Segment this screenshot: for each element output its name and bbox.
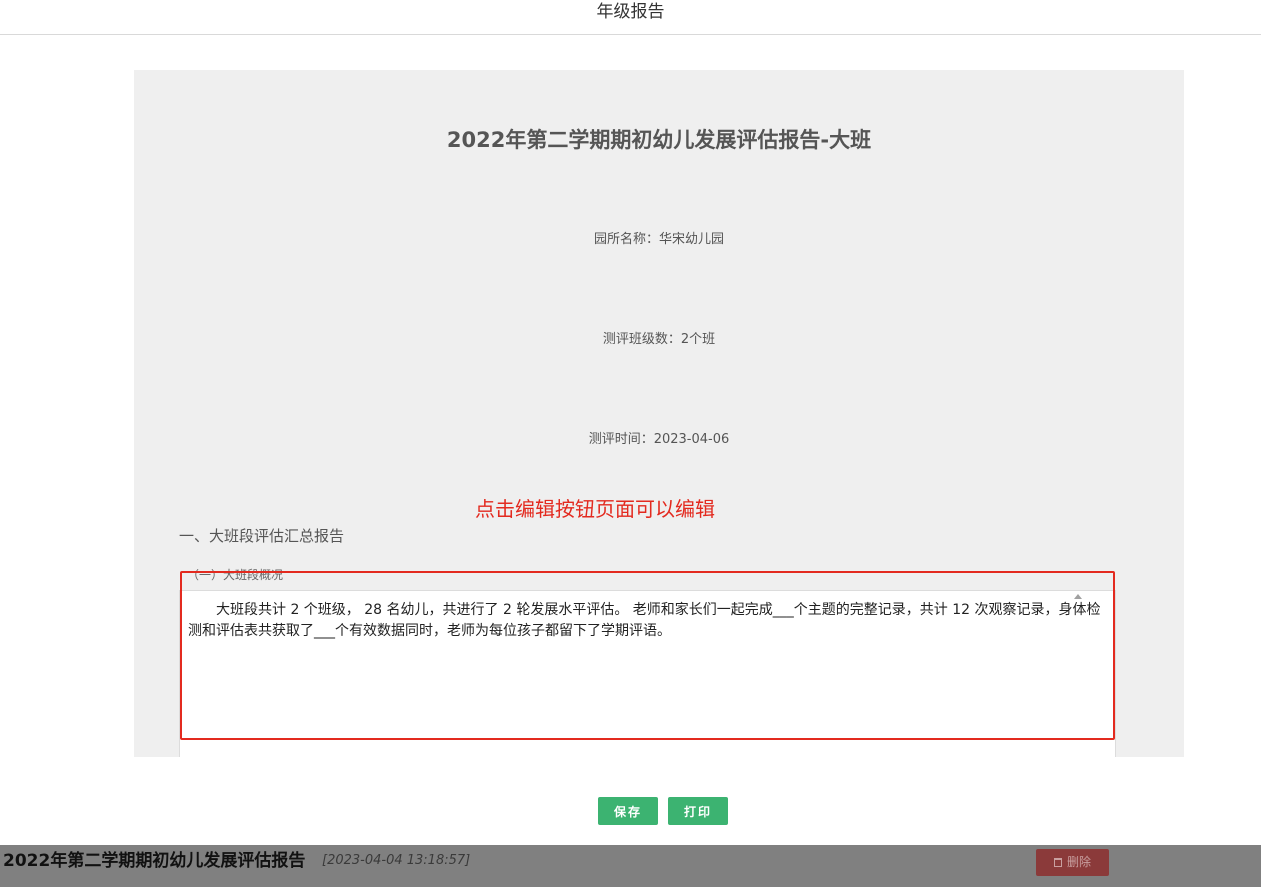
top-bar: 年级报告 [0, 0, 1261, 35]
scroll-up-icon[interactable] [1074, 594, 1082, 599]
summary-text[interactable]: 大班段共计 2 个班级， 28 名幼儿，共进行了 2 轮发展水平评估。 老师和家… [188, 600, 1103, 642]
class-count: 测评班级数：2个班 [602, 332, 716, 347]
delete-label: 删除 [1066, 855, 1091, 869]
save-button[interactable]: 保存 [598, 797, 658, 825]
summary-editor[interactable]: 大班段共计 2 个班级， 28 名幼儿，共进行了 2 轮发展水平评估。 老师和家… [179, 590, 1116, 757]
page-title: 年级报告 [596, 2, 665, 22]
edit-hint-annotation: 点击编辑按钮页面可以编辑 [475, 497, 715, 521]
footer-report-title: 2022年第二学期期初幼儿发展评估报告 [3, 851, 306, 871]
section-heading: 一、大班段评估汇总报告 [179, 527, 345, 545]
footer-bar: 2022年第二学期期初幼儿发展评估报告 [2023-04-04 13:18:57… [0, 845, 1261, 887]
subsection-heading: （一）大班段概况 [187, 568, 284, 582]
print-button[interactable]: 打印 [668, 797, 728, 825]
delete-button[interactable]: 删除 [1036, 849, 1109, 876]
trash-icon [1053, 858, 1062, 867]
report-panel: 2022年第二学期期初幼儿发展评估报告-大班 园所名称：华宋幼儿园 测评班级数：… [134, 70, 1184, 757]
report-title: 2022年第二学期期初幼儿发展评估报告-大班 [446, 128, 872, 152]
footer-timestamp: [2023-04-04 13:18:57] [322, 853, 471, 868]
kindergarten-name: 园所名称：华宋幼儿园 [593, 232, 724, 247]
evaluation-time: 测评时间：2023-04-06 [588, 432, 730, 447]
